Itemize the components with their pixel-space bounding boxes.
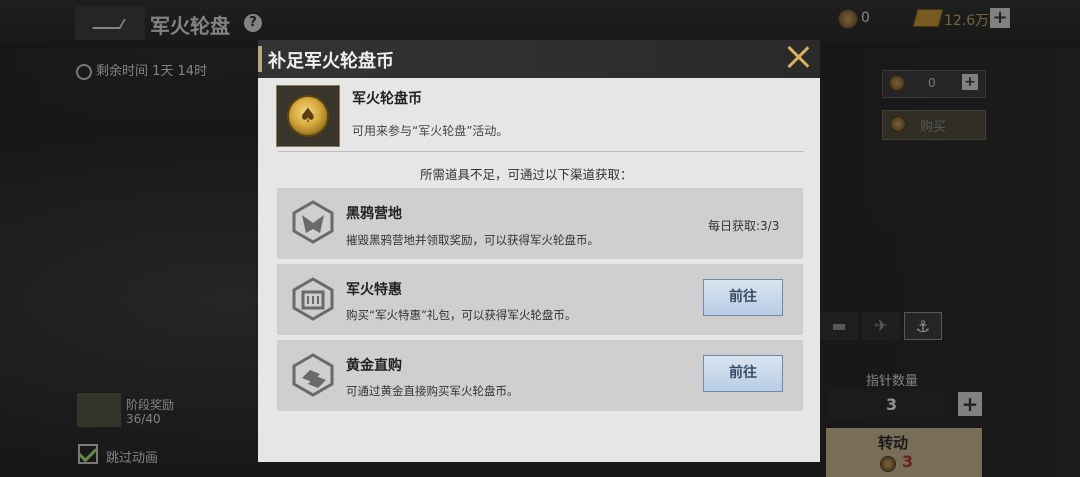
source-description: 摧毁黑鸦营地并领取奖励，可以获得军火轮盘币。	[346, 233, 599, 247]
modal-title: 补足军火轮盘币	[268, 51, 394, 72]
close-icon[interactable]	[784, 43, 812, 71]
item-description: 可用来参与“军火轮盘”活动。	[352, 124, 509, 138]
daily-limit: 每日获取:3/3	[708, 219, 780, 233]
gold-bars-icon	[292, 353, 334, 397]
source-description: 可通过黄金直接购买军火轮盘币。	[346, 384, 519, 398]
source-title: 军火特惠	[346, 282, 402, 298]
acquire-notice: 所需道具不足，可通过以下渠道获取：	[420, 167, 633, 182]
source-description: 购买“军火特惠”礼包，可以获得军火轮盘币。	[346, 308, 577, 322]
spade-icon: ♠	[299, 103, 317, 127]
black-crow-camp-icon	[292, 200, 334, 244]
go-button-gold-purchase[interactable]: 前往	[703, 355, 783, 392]
item-name: 军火轮盘币	[352, 91, 422, 107]
source-title: 黑鸦营地	[346, 206, 402, 222]
go-button-arms-deal[interactable]: 前往	[703, 279, 783, 316]
source-title: 黄金直购	[346, 358, 402, 374]
modal-title-accent	[258, 46, 262, 72]
arms-deal-icon	[292, 277, 334, 321]
divider	[278, 151, 804, 152]
